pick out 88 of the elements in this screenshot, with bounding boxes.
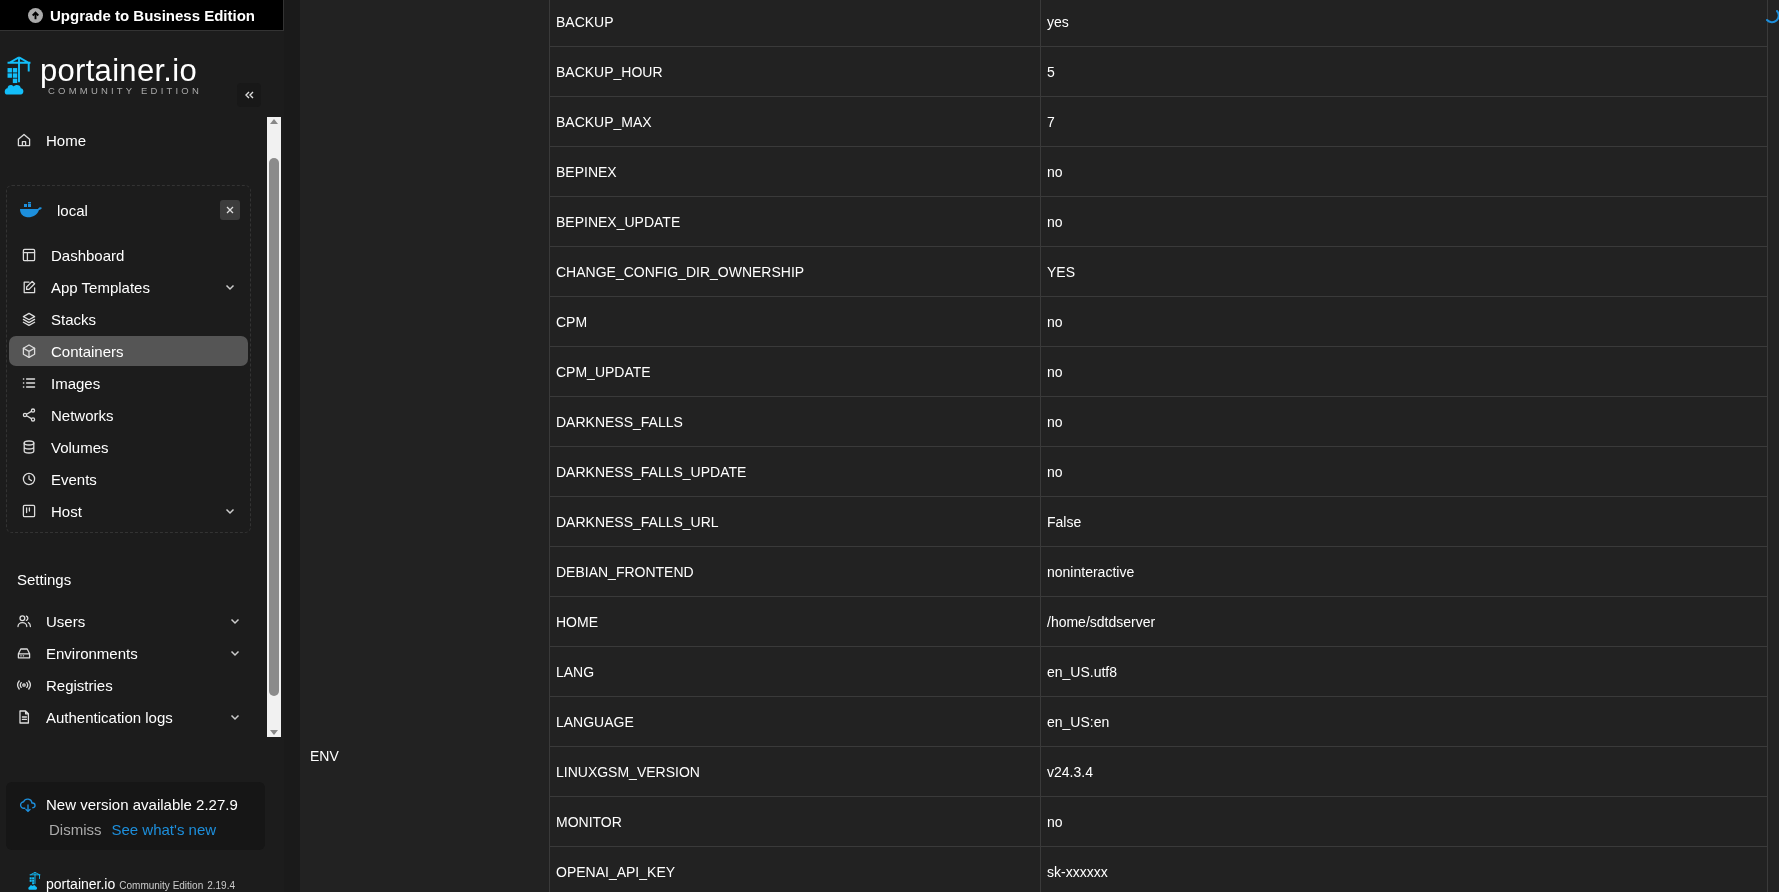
nav-item[interactable]: Events <box>9 464 248 494</box>
table-cell-text: no <box>1046 312 1064 332</box>
table-cell-text: no <box>1046 412 1064 432</box>
table-cell: HOME <box>550 597 1041 646</box>
scroll-down-icon[interactable] <box>269 729 279 737</box>
table-cell-text: False <box>1046 512 1083 532</box>
table-cell: BEPINEX_UPDATE <box>550 197 1041 246</box>
table-cell-text: noninteractive <box>1046 562 1136 582</box>
table-cell: LANGUAGE <box>550 697 1041 746</box>
footer-brand: portainer.io <box>46 876 116 892</box>
table-cell-text: no <box>1046 162 1064 182</box>
broadcast-icon <box>16 677 32 693</box>
dashboard-icon <box>21 247 37 263</box>
clock-icon <box>21 471 37 487</box>
board-icon <box>21 503 37 519</box>
footer-edition: Community Edition <box>119 880 204 891</box>
scroll-up-icon[interactable] <box>269 117 279 125</box>
table-cell: CHANGE_CONFIG_DIR_OWNERSHIP <box>550 247 1041 296</box>
table-cell-text: v24.3.4 <box>1046 762 1094 782</box>
table-cell-text: 7 <box>1046 112 1056 132</box>
whale-icon <box>19 202 43 218</box>
whats-new-link[interactable]: See what's new <box>111 821 217 838</box>
home-icon <box>16 132 32 148</box>
table-cell-text: no <box>1046 362 1064 382</box>
table-cell: BEPINEX <box>550 147 1041 196</box>
nav-item[interactable]: Containers <box>9 336 248 366</box>
cloud-download-icon <box>20 796 36 813</box>
table-cell: LINUXGSM_VERSION <box>550 747 1041 796</box>
brand-edition: COMMUNITY EDITION <box>48 84 202 96</box>
table-cell-text: en_US:en <box>1046 712 1111 732</box>
table-cell-text: /home/sdtdserver <box>1046 612 1157 632</box>
share-icon <box>21 407 37 423</box>
nav-item[interactable]: Host <box>9 496 248 526</box>
table-cell: DEBIAN_FRONTEND <box>550 547 1041 596</box>
table-cell: CPM_UPDATE <box>550 347 1041 396</box>
home-link[interactable]: Home <box>0 121 267 159</box>
table-cell-text: no <box>1046 812 1064 832</box>
table-cell-text: no <box>1046 462 1064 482</box>
table-cell-text: en_US.utf8 <box>1046 662 1119 682</box>
table-cell-text: no <box>1046 212 1064 232</box>
edit-icon <box>21 279 37 295</box>
table-cell: DARKNESS_FALLS_URL <box>550 497 1041 546</box>
arrow-up-icon <box>28 7 43 23</box>
table-cell: DARKNESS_FALLS <box>550 397 1041 446</box>
logo-icon <box>28 870 42 892</box>
nav-item[interactable]: Networks <box>9 400 248 430</box>
table-cell-text: yes <box>1046 12 1070 32</box>
nav-item[interactable]: App Templates <box>9 272 248 302</box>
table-cell: MONITOR <box>550 797 1041 846</box>
table-cell: DARKNESS_FALLS_UPDATE <box>550 447 1041 496</box>
upgrade-label: Upgrade to Business Edition <box>50 6 255 24</box>
list-icon <box>21 375 37 391</box>
update-message: New version available 2.27.9 <box>46 796 238 813</box>
nav-item[interactable]: Volumes <box>9 432 248 462</box>
double-chevron-left-icon <box>243 89 255 101</box>
scrollbar[interactable] <box>267 117 281 737</box>
table-cell-text: sk-xxxxxx <box>1046 862 1109 882</box>
section-heading: Settings <box>17 571 73 588</box>
layers-icon <box>21 311 37 327</box>
users-icon <box>16 613 32 629</box>
document-icon <box>16 709 32 725</box>
table-cell-text: YES <box>1046 262 1076 282</box>
close-icon <box>226 206 234 214</box>
nav-item[interactable]: Users <box>4 606 253 636</box>
version-label: 2.19.4 <box>207 880 235 891</box>
cube-icon <box>21 343 37 359</box>
collapse-button[interactable] <box>237 83 261 107</box>
group-label: ENV <box>310 748 339 764</box>
close-button[interactable] <box>220 200 240 220</box>
loading-spinner-icon <box>1765 9 1779 25</box>
dismiss-link[interactable]: Dismiss <box>49 821 102 838</box>
table-cell: BACKUP_HOUR <box>550 47 1041 96</box>
table-cell: BACKUP <box>550 0 1041 46</box>
nav-item[interactable]: Dashboard <box>9 240 248 270</box>
table-cell-text: 5 <box>1046 62 1056 82</box>
nav-item[interactable]: Environments <box>4 638 253 668</box>
environment-name: local <box>57 201 89 219</box>
drive-icon <box>16 645 32 661</box>
upgrade-banner[interactable]: Upgrade to Business Edition <box>0 0 284 31</box>
nav-item[interactable]: Stacks <box>9 304 248 334</box>
database-icon <box>21 439 37 455</box>
table-cell: LANG <box>550 647 1041 696</box>
table-cell: CPM <box>550 297 1041 346</box>
nav-item[interactable]: Authentication logs <box>4 702 253 732</box>
table-cell: OPENAI_API_KEY <box>550 847 1041 892</box>
table-cell: BACKUP_MAX <box>550 97 1041 146</box>
nav-item[interactable]: Registries <box>4 670 253 700</box>
nav-item[interactable]: Images <box>9 368 248 398</box>
